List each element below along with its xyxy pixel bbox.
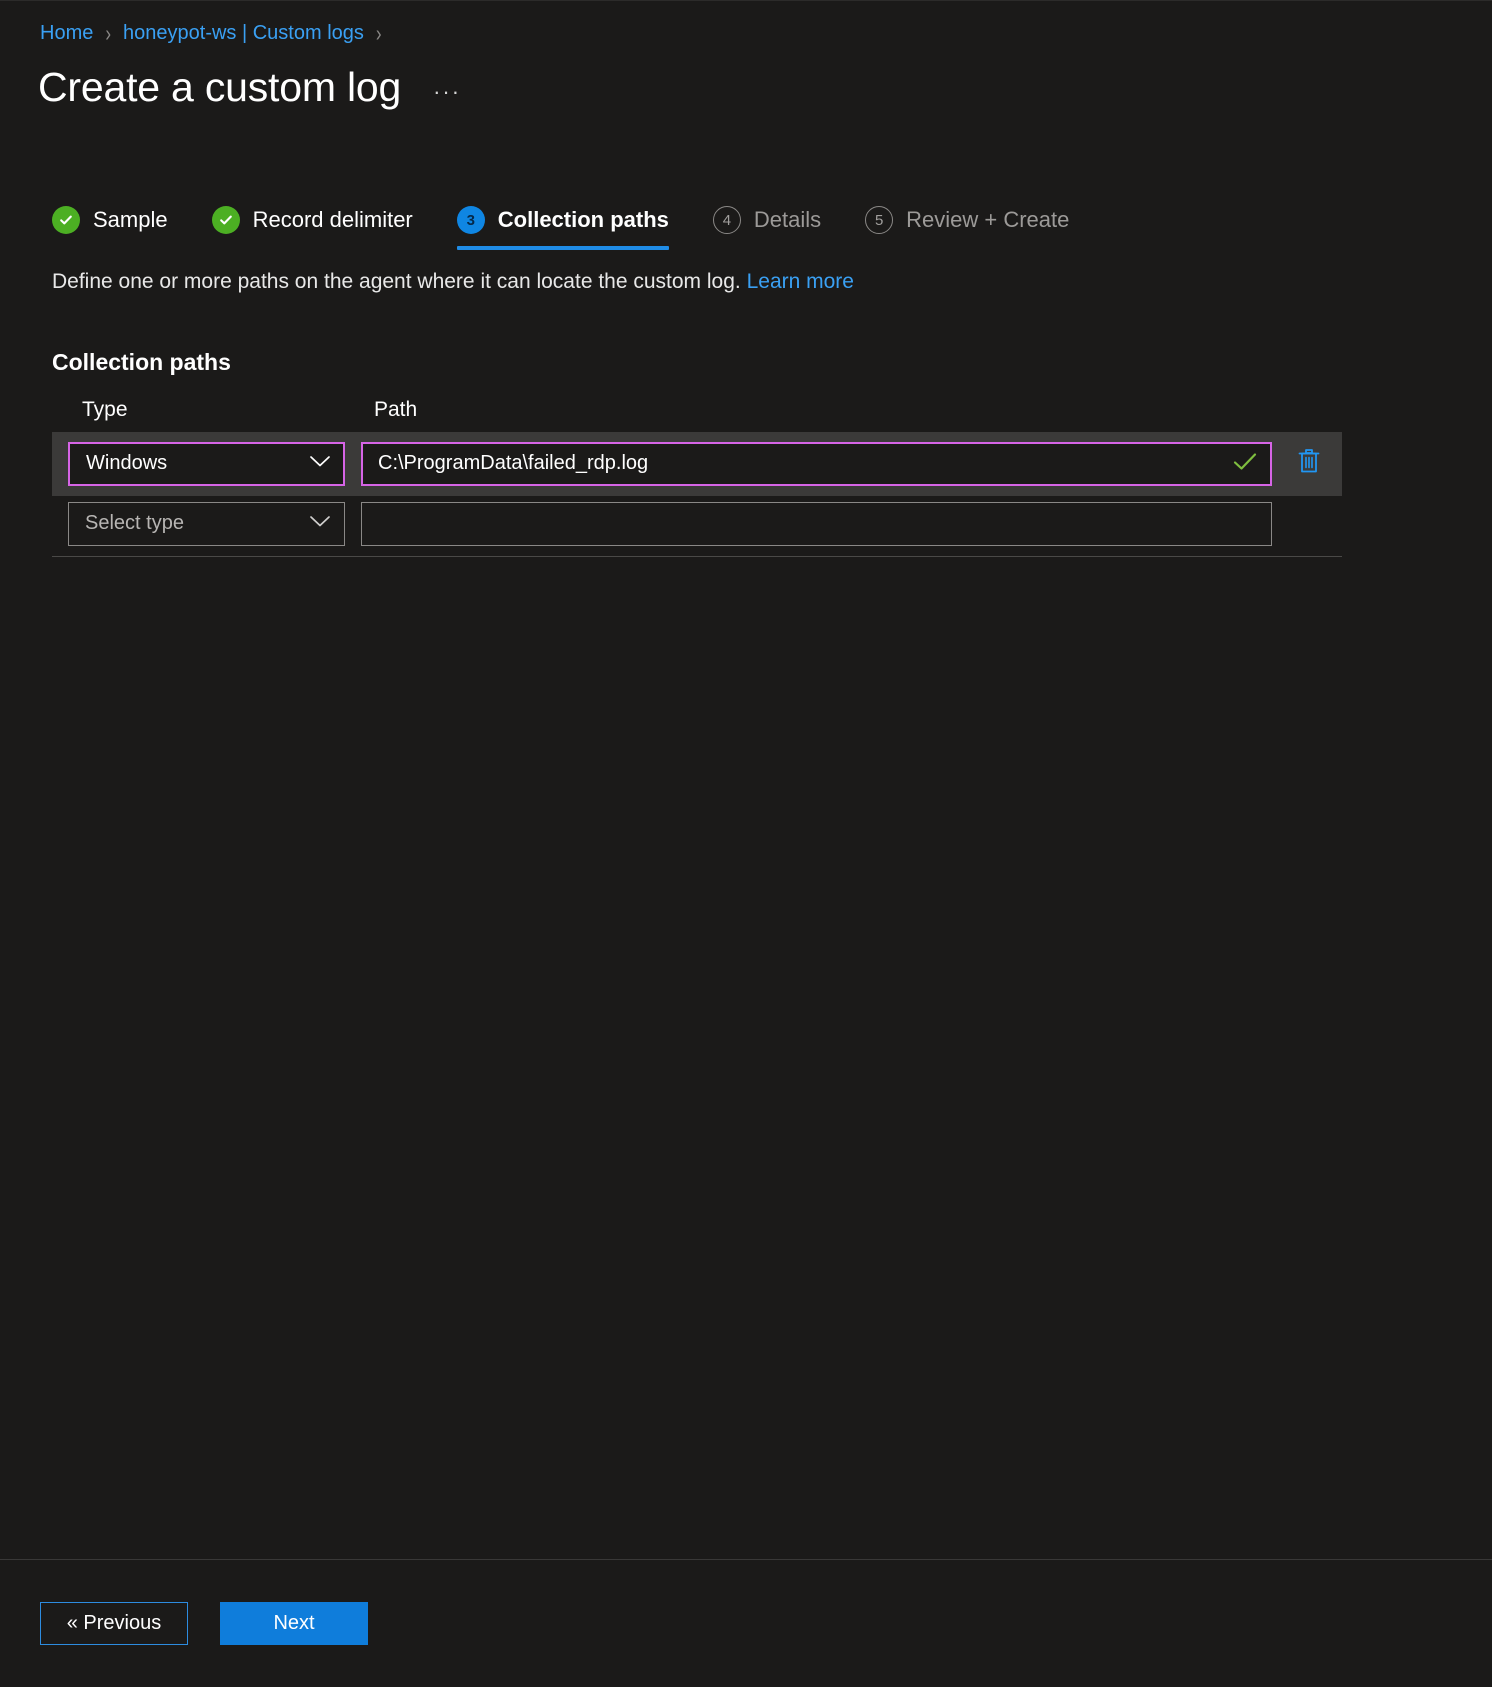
wizard-step-record-delimiter[interactable]: Record delimiter (211, 206, 413, 250)
wizard-step-review-create[interactable]: 5 Review + Create (865, 206, 1069, 250)
step-number-badge: 4 (712, 206, 741, 235)
wizard-step-sample[interactable]: Sample (52, 206, 168, 250)
path-input[interactable] (361, 501, 1272, 546)
more-options-icon[interactable]: ··· (427, 75, 467, 109)
table-row: Windows C:\ProgramData\failed_rdp.log (52, 431, 1342, 496)
collection-paths-heading: Collection paths (52, 348, 231, 375)
trash-icon (1296, 447, 1322, 480)
wizard-step-bar: Sample Record delimiter 3 Collection pat… (0, 206, 1492, 251)
wizard-step-details[interactable]: 4 Details (712, 206, 822, 250)
wizard-step-label: Record delimiter (252, 207, 413, 233)
page-title: Create a custom log (38, 64, 402, 110)
learn-more-link[interactable]: Learn more (747, 270, 854, 293)
delete-row-button[interactable] (1292, 447, 1326, 481)
chevron-right-icon: › (105, 20, 112, 46)
check-circle-icon (52, 206, 80, 235)
wizard-step-collection-paths[interactable]: 3 Collection paths (456, 206, 670, 251)
wizard-step-label: Collection paths (497, 207, 669, 233)
wizard-footer: « Previous Next (0, 1560, 1492, 1687)
wizard-step-label: Details (753, 207, 822, 233)
check-circle-icon (211, 206, 240, 235)
step-number-badge: 3 (456, 206, 485, 235)
step-number-badge: 5 (865, 206, 894, 235)
wizard-step-label: Sample (93, 207, 168, 233)
previous-button[interactable]: « Previous (40, 1602, 188, 1645)
breadcrumb-item-custom-logs[interactable]: honeypot-ws | Custom logs (123, 23, 364, 43)
breadcrumb: Home › honeypot-ws | Custom logs › (0, 1, 1492, 46)
type-select[interactable]: Select type (68, 501, 345, 546)
type-select-wrapper: Select type (68, 501, 345, 546)
step-description: Define one or more paths on the agent wh… (0, 250, 1492, 296)
table-row: Select type (52, 496, 1342, 552)
breadcrumb-item-home[interactable]: Home (40, 23, 93, 43)
wizard-step-label: Review + Create (906, 207, 1070, 233)
path-input[interactable]: C:\ProgramData\failed_rdp.log (361, 441, 1272, 486)
type-select[interactable]: Windows (68, 441, 345, 486)
step-description-text: Define one or more paths on the agent wh… (52, 270, 741, 294)
column-header-type: Type (82, 397, 128, 421)
path-input-wrapper: C:\ProgramData\failed_rdp.log (361, 441, 1272, 486)
chevron-right-icon: › (375, 20, 382, 46)
column-header-path: Path (374, 397, 418, 421)
next-button[interactable]: Next (220, 1602, 368, 1645)
page-header: Create a custom log ··· (0, 43, 1492, 111)
type-select-wrapper: Windows (68, 441, 345, 486)
path-input-wrapper (361, 501, 1272, 546)
collection-paths-table: Type Path Windows C:\ProgramData\failed_… (52, 398, 1342, 552)
table-header-row: Type Path (52, 398, 1342, 422)
table-bottom-divider (52, 555, 1342, 557)
